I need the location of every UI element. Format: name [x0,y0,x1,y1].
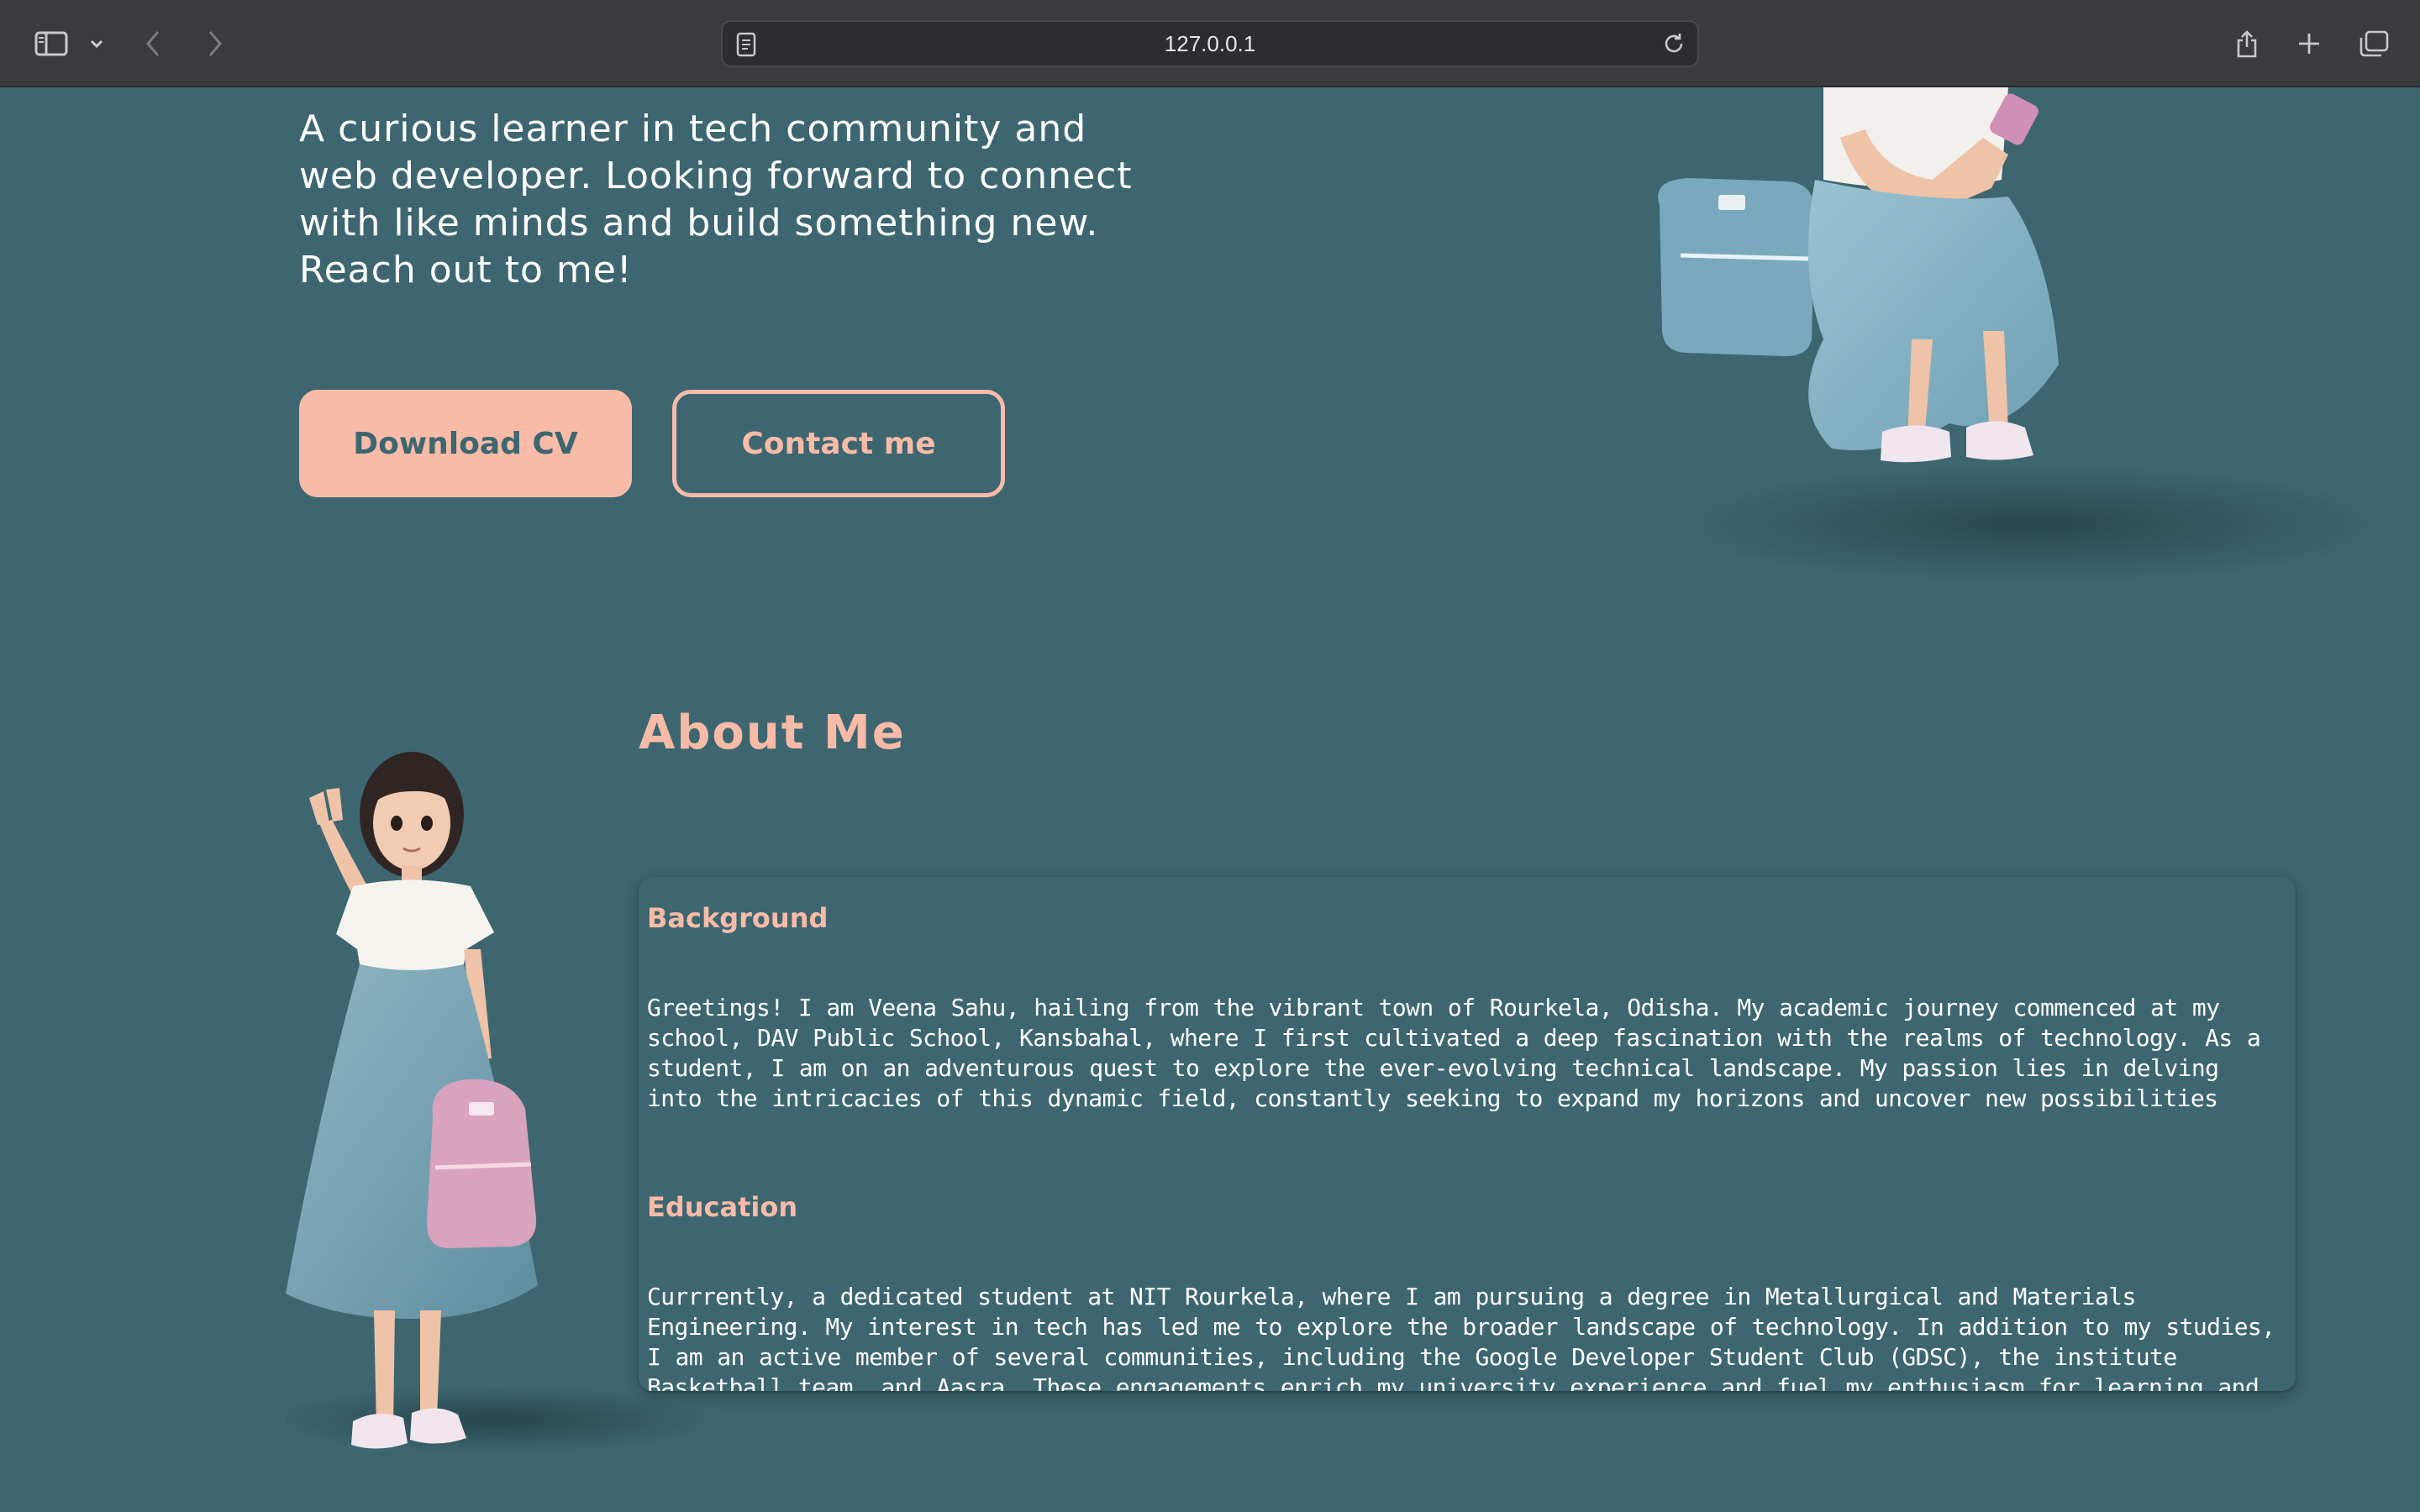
hero-intro-text: A curious learner in tech community and … [299,108,1133,291]
back-icon [146,31,160,56]
contact-me-button[interactable]: Contact me [672,390,1005,497]
plus-icon [2299,34,2319,54]
sidebar-icon [34,31,68,56]
forward-button[interactable] [198,20,232,67]
education-text: Currrently, a dedicated student at NIT R… [647,1283,2275,1391]
browser-toolbar: 127.0.0.1 [0,0,2420,87]
about-card[interactable]: Background Greetings! I am Veena Sahu, h… [639,877,2296,1391]
download-cv-button[interactable]: Download CV [299,390,632,497]
sidebar-toggle-button[interactable] [30,20,72,67]
reload-icon[interactable] [1662,32,1686,55]
back-button[interactable] [136,20,170,67]
sidebar-menu-button[interactable] [84,20,109,67]
share-icon [2237,30,2257,58]
chevron-down-icon [90,39,103,49]
education-heading: Education [647,1191,798,1223]
forward-icon [208,31,222,56]
seated-girl-illustration [1658,87,2370,583]
tab-overview-button[interactable] [2353,20,2395,67]
background-heading: Background [647,902,829,934]
url-text: 127.0.0.1 [1164,31,1256,56]
share-button[interactable] [2228,20,2265,67]
new-tab-button[interactable] [2291,20,2328,67]
background-text: Greetings! I am Veena Sahu, hailing from… [647,994,2261,1112]
address-bar[interactable]: 127.0.0.1 [721,20,1699,67]
tabs-icon [2360,30,2389,57]
